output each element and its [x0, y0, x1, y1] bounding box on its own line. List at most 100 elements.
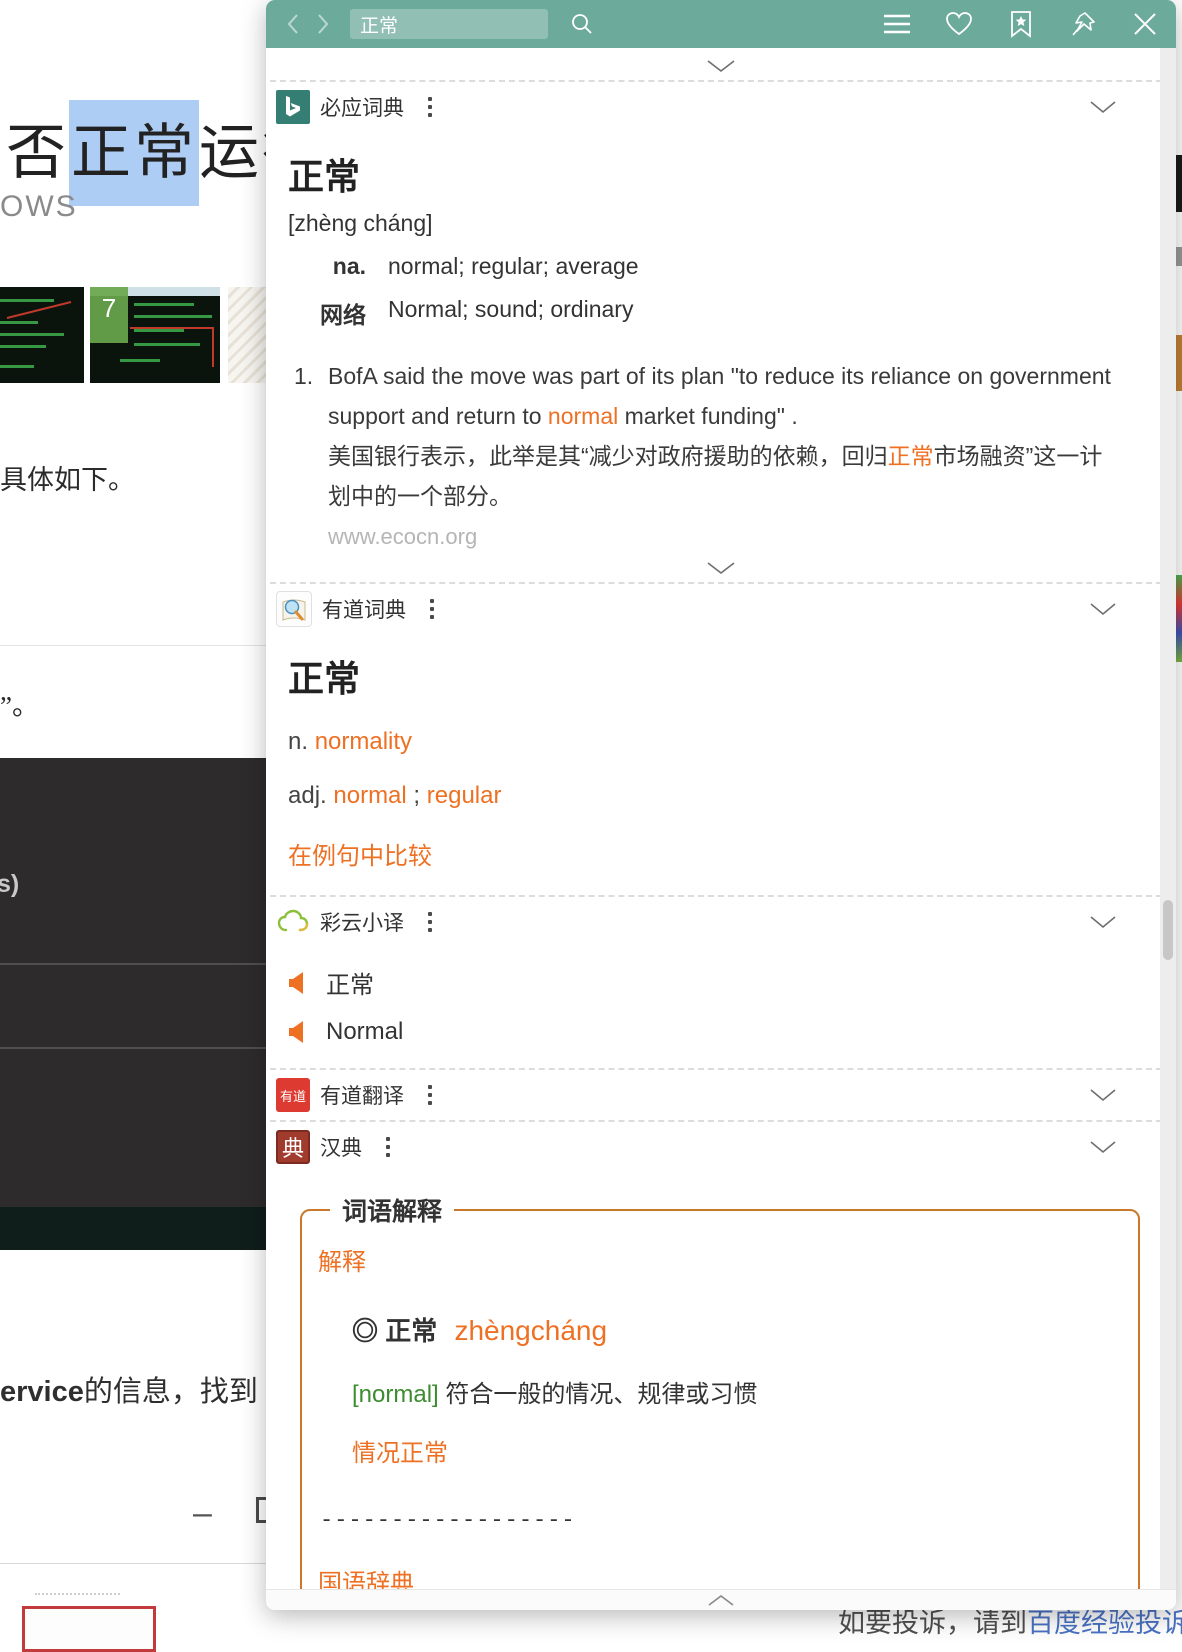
handian-separator: ------------------	[320, 1508, 1118, 1533]
example-zh-highlight: 正常	[888, 443, 934, 469]
caiyun-source-row: 正常	[288, 965, 1176, 1000]
handian-example-link[interactable]: 情况正常	[352, 1433, 1118, 1468]
chevron-up-icon	[703, 1593, 739, 1607]
youdao-dict-icon	[276, 591, 312, 627]
example-zh: 美国银行表示，此举是其“减少对政府援助的依赖，回归	[328, 443, 888, 469]
popup-header	[266, 0, 1176, 48]
scroll-to-top-bar[interactable]	[266, 1589, 1176, 1610]
page-divider	[0, 645, 266, 646]
thumbnail-terminal-2[interactable]: 7	[90, 287, 220, 383]
section-collapse-icon[interactable]	[1088, 1140, 1118, 1154]
paragraph-bold-text: ervice	[0, 1376, 84, 1408]
caiyun-translation-text: Normal	[326, 1018, 403, 1046]
page-edge-fragment	[1176, 575, 1182, 662]
example-en-tail: market funding" .	[618, 403, 797, 429]
scrollbar-thumb[interactable]	[1163, 900, 1173, 960]
section-label: 必应词典	[320, 92, 404, 122]
footer-plain-text: 如要投诉，请到	[838, 1608, 1027, 1638]
code-screenshot-block: s)	[0, 758, 266, 1207]
close-icon[interactable]	[1130, 9, 1160, 39]
page-quote-end: ”。	[0, 690, 34, 722]
section-label: 彩云小译	[320, 907, 404, 937]
section-menu-dots-icon[interactable]	[424, 908, 436, 936]
favorite-heart-icon[interactable]	[944, 9, 974, 39]
caiyun-translation-row: Normal	[288, 1018, 1176, 1046]
translation-link[interactable]: normal	[333, 782, 406, 809]
caiyun-icon	[276, 905, 310, 939]
page-divider-bottom	[0, 1563, 266, 1564]
translation-link[interactable]: normality	[315, 728, 412, 755]
section-header-youdao-translate[interactable]: 有道 有道翻译	[266, 1070, 1176, 1120]
handian-icon: 典	[276, 1130, 310, 1164]
page-dotted-underline	[35, 1593, 120, 1595]
page-paragraph-1: 具体如下。	[0, 458, 135, 497]
section-menu-dots-icon[interactable]	[424, 93, 436, 121]
youdao-headword: 正常	[288, 650, 1176, 702]
section-header-handian[interactable]: 典 汉典	[266, 1122, 1176, 1172]
menu-icon[interactable]	[882, 9, 912, 39]
section-expand-icon[interactable]	[266, 550, 1176, 582]
section-collapse-icon[interactable]	[1088, 1088, 1118, 1102]
caiyun-source-text: 正常	[326, 965, 374, 1000]
section-menu-dots-icon[interactable]	[426, 595, 438, 623]
forward-icon[interactable]	[312, 12, 334, 36]
youdao-adj-line: adj. normal ; regular	[288, 782, 1176, 810]
youdao-logo-text: 有道	[280, 1086, 306, 1105]
definition-text: 符合一般的情况、规律或习惯	[439, 1381, 758, 1408]
handian-logo-text: 典	[282, 1131, 304, 1163]
bing-pinyin: [zhèng cháng]	[288, 210, 1176, 237]
section-header-bing[interactable]: 必应词典	[266, 82, 1176, 132]
bookmark-star-icon[interactable]	[1006, 9, 1036, 39]
dictionary-popup: 必应词典 正常 [zhèng cháng] na. normal; regula…	[266, 0, 1176, 1610]
section-collapse-icon[interactable]	[1088, 602, 1118, 616]
scroll-up-hint[interactable]	[266, 48, 1176, 80]
popup-body: 必应词典 正常 [zhèng cháng] na. normal; regula…	[266, 48, 1176, 1610]
paragraph-rest-text: 的信息，找到	[84, 1376, 258, 1408]
section-header-youdao-dict[interactable]: 有道词典	[266, 584, 1176, 634]
section-header-caiyun[interactable]: 彩云小译	[266, 897, 1176, 947]
youdao-noun-line: n. normality	[288, 728, 1176, 756]
pos-label: adj.	[288, 782, 333, 809]
section-menu-dots-icon[interactable]	[424, 1081, 436, 1109]
example-text: BofA said the move was part of its plan …	[328, 356, 1118, 516]
thumbnail-terminal-1[interactable]	[0, 287, 84, 383]
page-paragraph-2: ervice的信息，找到	[0, 1368, 258, 1410]
page-red-annotation-box	[22, 1606, 156, 1652]
pos-label: 网络	[288, 296, 366, 330]
pin-icon[interactable]	[1068, 9, 1098, 39]
pos-label: na.	[288, 253, 366, 280]
example-en-highlight: normal	[548, 403, 618, 429]
heading-selected-text: 正常	[69, 100, 199, 206]
popup-scrollbar[interactable]	[1160, 48, 1176, 1590]
speaker-icon[interactable]	[288, 971, 308, 995]
footer-link[interactable]: 百度经验投诉中心	[1027, 1608, 1182, 1638]
thumbnail-striped-placeholder	[228, 287, 266, 383]
definition-text: normal; regular; average	[388, 253, 639, 280]
section-label: 汉典	[320, 1132, 362, 1162]
handian-definition: [normal] 符合一般的情况、规律或习惯	[352, 1374, 1118, 1409]
code-text: s)	[0, 870, 19, 899]
example-source: www.ecocn.org	[328, 524, 1176, 550]
definition-text: Normal; sound; ordinary	[388, 296, 633, 330]
back-icon[interactable]	[282, 12, 304, 36]
search-icon[interactable]	[570, 12, 594, 36]
section-collapse-icon[interactable]	[1088, 100, 1118, 114]
section-menu-dots-icon[interactable]	[382, 1133, 394, 1161]
bing-definition-row: na. normal; regular; average	[288, 253, 1176, 280]
bing-headword: 正常	[288, 148, 1176, 200]
english-tag: [normal]	[352, 1381, 439, 1408]
entry-headword: ◎ 正常	[352, 1316, 437, 1346]
heading-subtext: OWS	[0, 190, 78, 224]
search-input[interactable]	[350, 9, 548, 39]
heading-pre: 否	[6, 120, 69, 186]
translation-link[interactable]: regular	[427, 782, 502, 809]
section-collapse-icon[interactable]	[1088, 915, 1118, 929]
word-explanation-box: 词语解释 解释 ◎ 正常 zhèngcháng [normal] 符合一般的情况…	[300, 1192, 1140, 1610]
separator: ;	[407, 782, 427, 809]
youdao-translate-icon: 有道	[276, 1078, 310, 1112]
speaker-icon[interactable]	[288, 1020, 308, 1044]
explanation-link[interactable]: 解释	[318, 1242, 1118, 1277]
thumbnail-step-badge: 7	[90, 287, 128, 343]
code-screenshot-footer	[0, 1207, 266, 1250]
compare-examples-link[interactable]: 在例句中比较	[288, 836, 1176, 871]
